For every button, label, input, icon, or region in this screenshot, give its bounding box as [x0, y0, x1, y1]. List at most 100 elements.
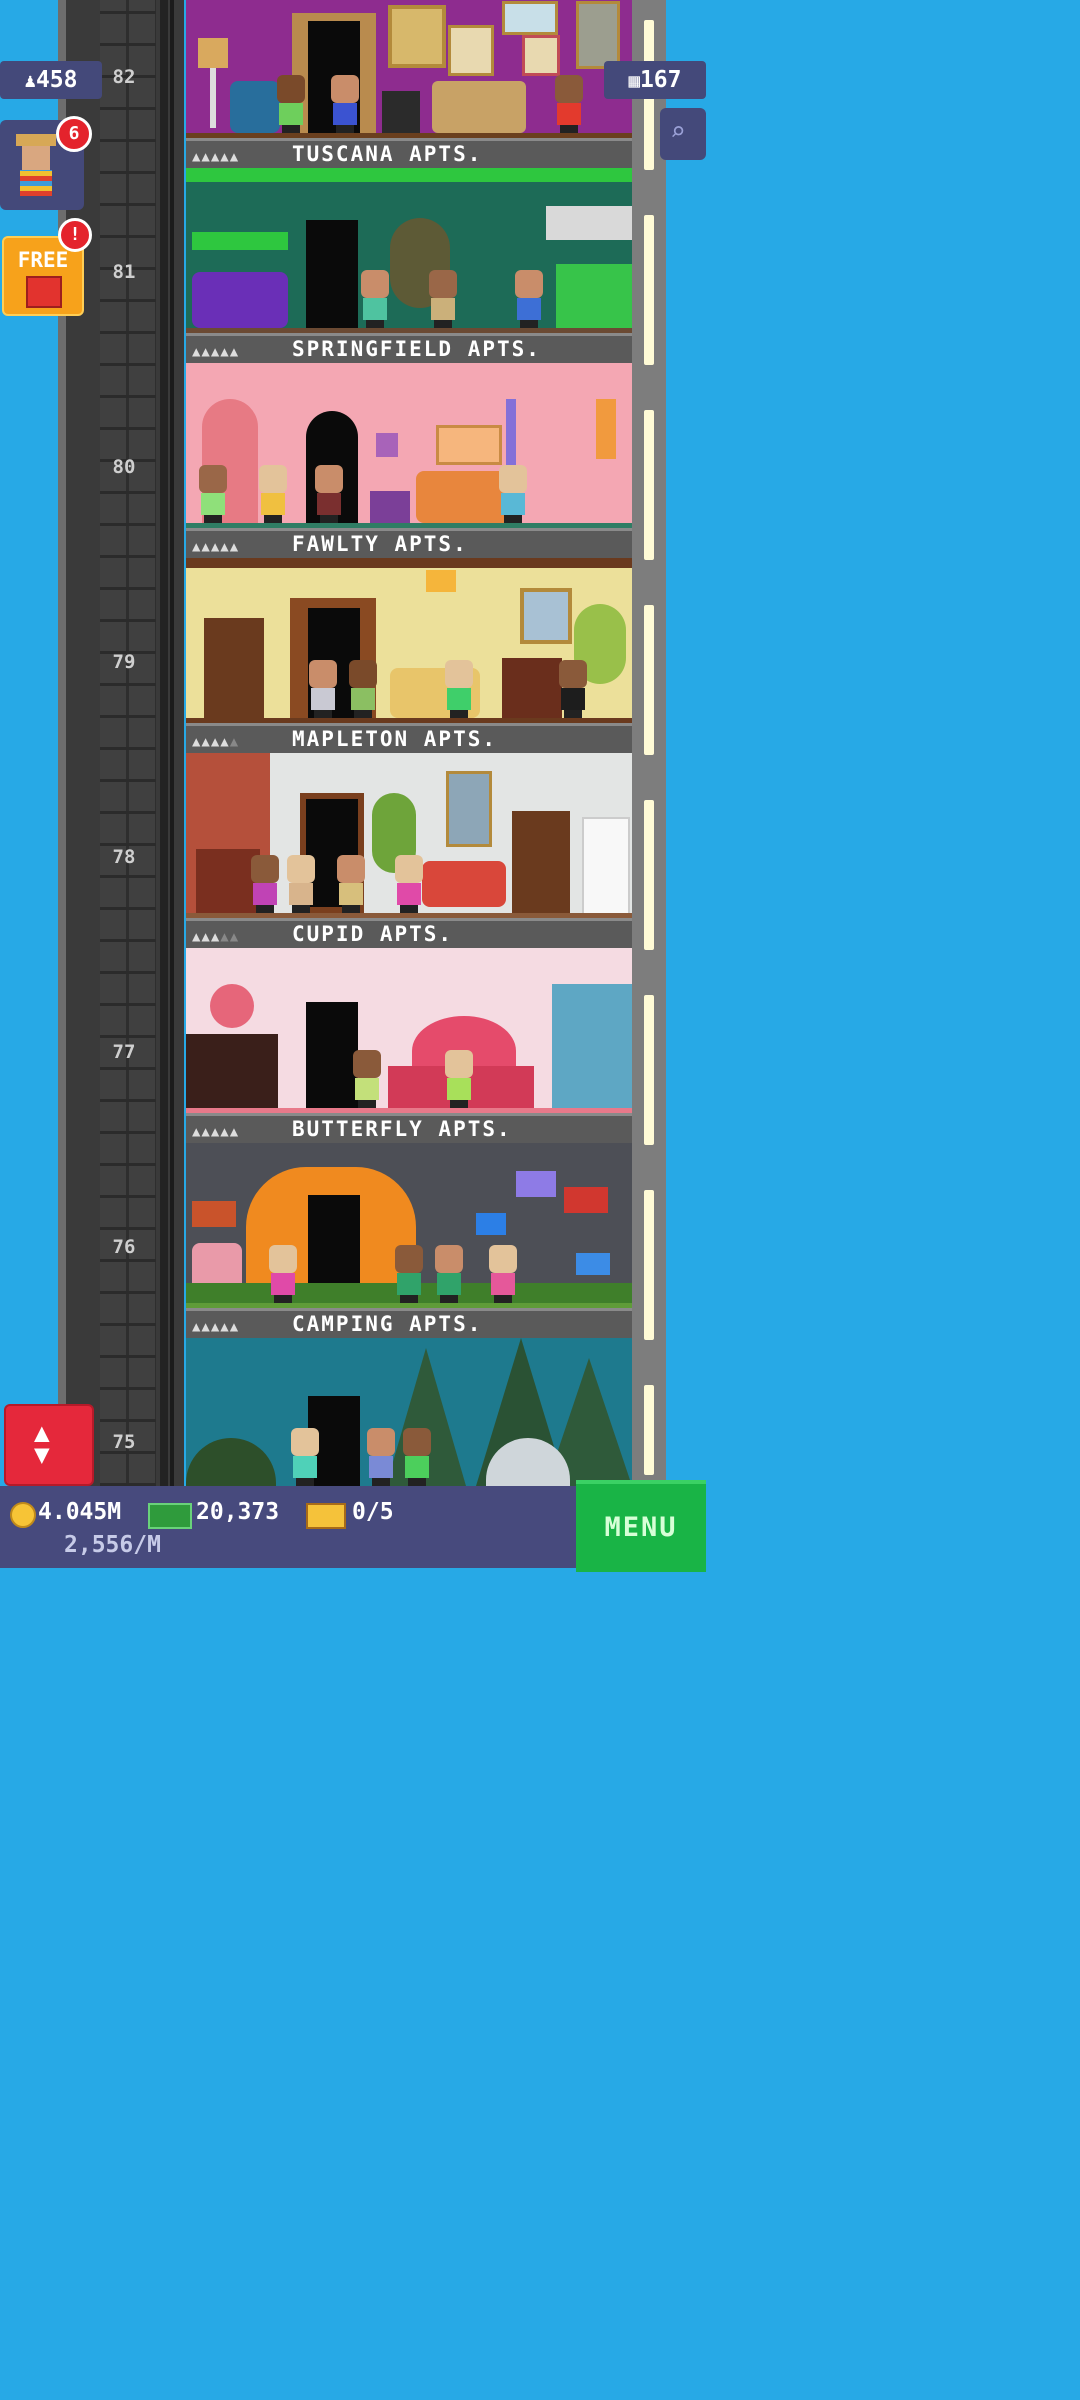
tenant-avatar[interactable]	[288, 1428, 322, 1486]
floor-springfield[interactable]: ▲▲▲▲▲ SPRINGFIELD APTS.	[186, 168, 632, 363]
picture-frame	[520, 588, 572, 644]
floor-name: CUPID APTS.	[292, 922, 454, 946]
building-icon: ▦	[628, 70, 640, 92]
window-light	[644, 605, 654, 755]
tenant-avatar[interactable]	[266, 1245, 300, 1303]
sofa	[422, 861, 506, 907]
floor-cupid[interactable]: ▲▲▲▲▲ CUPID APTS.	[186, 753, 632, 948]
up-down-arrows-icon: ▲ ▼	[34, 1418, 50, 1470]
picture-frame	[522, 35, 560, 76]
room-interior	[186, 753, 632, 921]
tenant-avatar[interactable]	[496, 465, 530, 523]
window-light	[644, 410, 654, 560]
floor-butterfly[interactable]: ▲▲▲▲▲ BUTTERFLY APTS.	[186, 948, 632, 1143]
doorway	[306, 220, 358, 328]
tenant-avatar[interactable]	[312, 465, 346, 523]
tenant-avatar[interactable]	[196, 465, 230, 523]
ceiling-beam	[186, 558, 632, 568]
floor-rating-stars: ▲▲▲▲▲	[192, 539, 240, 555]
ceiling-trim	[186, 168, 632, 182]
tenant-avatar[interactable]	[306, 660, 340, 718]
floor-name: MAPLETON APTS.	[292, 727, 498, 751]
butterfly-icon	[476, 1213, 506, 1235]
visitor-avatar	[16, 134, 56, 196]
tenant-avatar[interactable]	[486, 1245, 520, 1303]
picture-frame	[576, 1, 620, 69]
floor-fawlty[interactable]: ▲▲▲▲▲ FAWLTY APTS.	[186, 363, 632, 558]
tenant-avatar[interactable]	[346, 660, 380, 718]
floor-75[interactable]	[186, 1338, 632, 1486]
coin-icon	[10, 1502, 36, 1528]
floor-tuscana[interactable]: ▲▲▲▲▲ TUSCANA APTS.	[186, 0, 632, 168]
tenant-avatar[interactable]	[392, 1245, 426, 1303]
free-gift-badge: !	[58, 218, 92, 252]
floor-number: 80	[112, 456, 136, 478]
search-button[interactable]: ⌕	[660, 108, 706, 160]
tenant-avatar[interactable]	[556, 660, 590, 718]
floor-rating-stars: ▲▲▲▲▲	[192, 734, 240, 750]
floor-name: TUSCANA APTS.	[292, 142, 483, 166]
kitchen-counter	[556, 264, 632, 328]
magnifier-icon: ⌕	[670, 117, 686, 147]
room-interior	[186, 558, 632, 726]
tenant-avatar[interactable]	[350, 1050, 384, 1108]
room-interior	[186, 363, 632, 531]
fireplace	[502, 658, 562, 718]
armchair	[230, 81, 280, 133]
tenant-avatar[interactable]	[442, 1050, 476, 1108]
room-interior	[186, 0, 632, 141]
floor-number: 76	[112, 1236, 136, 1258]
tenant-avatar[interactable]	[256, 465, 290, 523]
tenant-avatar[interactable]	[284, 855, 318, 913]
population-value: 458	[35, 67, 78, 93]
floor-number: 75	[112, 1431, 136, 1453]
butterfly-icon	[576, 1253, 610, 1275]
window-tub	[552, 984, 632, 1108]
visitor-count-badge: 6	[56, 116, 92, 152]
window-light	[644, 1190, 654, 1340]
menu-button[interactable]: MENU	[576, 1480, 706, 1572]
kitchen-cabinet	[546, 206, 632, 240]
floor-mapleton[interactable]: ▲▲▲▲▲ MAPLETON APTS.	[186, 558, 632, 753]
picture-frame	[446, 771, 492, 847]
population-counter[interactable]: ♟458	[0, 61, 102, 99]
lamp-stand	[210, 68, 216, 128]
tenant-avatar[interactable]	[334, 855, 368, 913]
bux-value: 20,373	[196, 1499, 280, 1525]
side-table	[370, 491, 410, 523]
sofa	[192, 272, 288, 328]
floor-camping[interactable]: ▲▲▲▲▲ CAMPING APTS.	[186, 1143, 632, 1338]
tent	[186, 1438, 276, 1486]
gift-icon	[26, 276, 62, 308]
window-light	[644, 800, 654, 950]
room-interior	[186, 168, 632, 336]
floor-number: 82	[112, 66, 136, 88]
tenant-avatar[interactable]	[512, 270, 546, 328]
tenant-avatar[interactable]	[364, 1428, 398, 1486]
floor-sign: ▲▲▲▲▲ MAPLETON APTS.	[186, 723, 632, 753]
shelf	[192, 232, 288, 250]
fireplace	[186, 1034, 278, 1108]
picture-frame	[436, 425, 502, 465]
side-table	[382, 91, 420, 133]
tenant-avatar[interactable]	[274, 75, 308, 133]
tenant-avatar[interactable]	[248, 855, 282, 913]
tenant-avatar[interactable]	[426, 270, 460, 328]
floor-rating-stars: ▲▲▲▲▲	[192, 929, 240, 945]
tenant-avatar[interactable]	[432, 1245, 466, 1303]
tenant-avatar[interactable]	[328, 75, 362, 133]
room-interior	[186, 948, 632, 1116]
refrigerator	[582, 817, 630, 917]
sofa	[432, 81, 526, 133]
tenant-avatar[interactable]	[392, 855, 426, 913]
tenant-avatar[interactable]	[400, 1428, 434, 1486]
elevator-button[interactable]: ▲ ▼	[4, 1404, 94, 1486]
ticket-icon	[306, 1503, 346, 1529]
tenant-avatar[interactable]	[552, 75, 586, 133]
floor-sign: ▲▲▲▲▲ BUTTERFLY APTS.	[186, 1113, 632, 1143]
tenant-avatar[interactable]	[442, 660, 476, 718]
tenant-avatar[interactable]	[358, 270, 392, 328]
picture-frame	[448, 25, 494, 76]
butterfly-icon	[564, 1187, 608, 1213]
floor-counter[interactable]: ▦167	[604, 61, 706, 99]
